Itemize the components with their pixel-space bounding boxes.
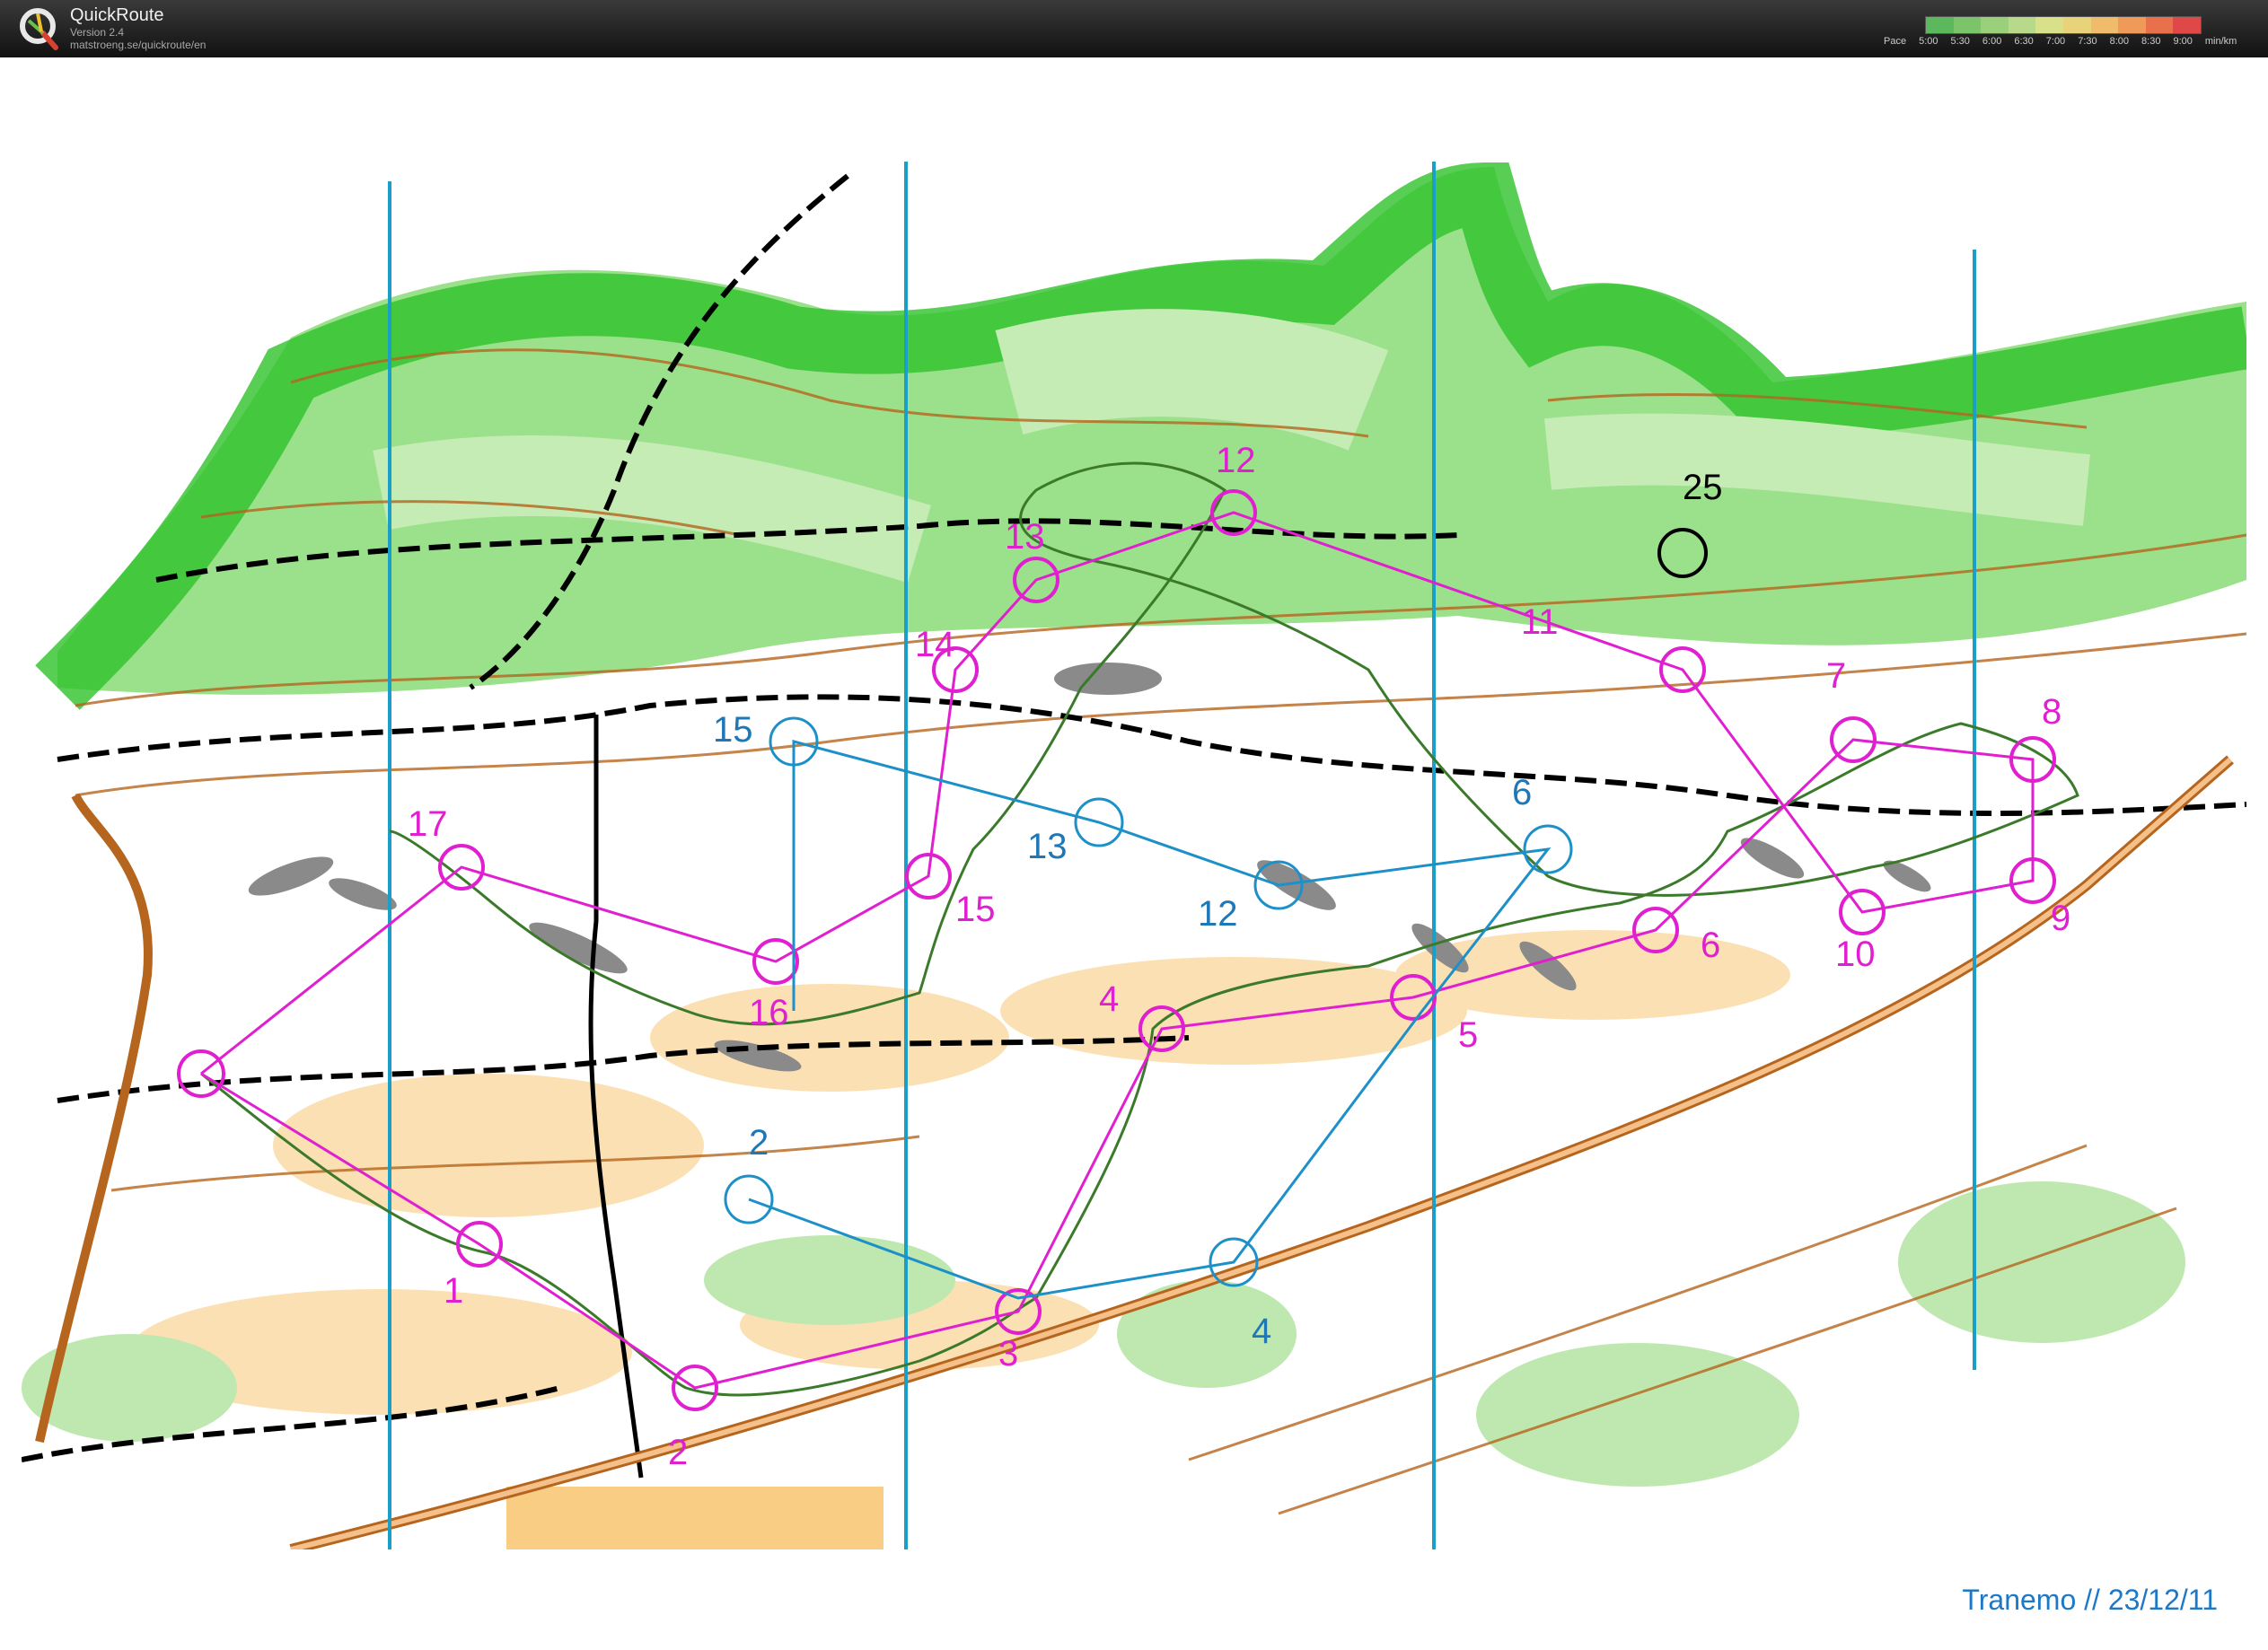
svg-text:16: 16: [749, 993, 789, 1032]
pace-labels: Pace 5:00 5:30 6:00 6:30 7:00 7:30 8:00 8:30 9:00…: [1884, 36, 2237, 47]
app-name: QuickRoute: [70, 5, 164, 25]
quickroute-logo-icon: [20, 8, 58, 50]
pace-unit: min/km: [2204, 36, 2237, 47]
pace-legend: Pace 5:00 5:30 6:00 6:30 7:00 7:30 8:00 8:30 9:00…: [1884, 13, 2261, 54]
svg-text:9: 9: [2051, 899, 2070, 938]
svg-text:12: 12: [1216, 441, 1256, 480]
pace-color-scale: [1925, 16, 2202, 34]
svg-text:15: 15: [713, 710, 753, 750]
svg-text:12: 12: [1198, 894, 1238, 934]
svg-text:13: 13: [1027, 827, 1068, 866]
svg-text:2: 2: [749, 1123, 769, 1163]
app-url[interactable]: matstroeng.se/quickroute/en: [70, 39, 206, 51]
svg-text:8: 8: [2042, 692, 2061, 732]
map-caption: Tranemo // 23/12/11: [1962, 1584, 2218, 1616]
svg-text:17: 17: [408, 804, 448, 844]
svg-text:7: 7: [1826, 656, 1846, 696]
app-version: Version 2.4: [70, 26, 125, 39]
svg-text:14: 14: [915, 625, 955, 664]
svg-text:15: 15: [955, 890, 996, 929]
svg-text:6: 6: [1701, 926, 1720, 965]
map-canvas[interactable]: 1 2 3 4 5 6 7 8 9 10 11 12 13 14 15 16 1…: [22, 113, 2246, 1549]
title-bar: QuickRoute Version 2.4 matstroeng.se/qui…: [0, 0, 2268, 57]
svg-text:2: 2: [668, 1433, 688, 1472]
svg-text:4: 4: [1252, 1312, 1271, 1351]
svg-text:6: 6: [1512, 773, 1532, 812]
svg-text:3: 3: [998, 1334, 1018, 1374]
svg-text:4: 4: [1099, 979, 1119, 1019]
orienteering-map[interactable]: 1 2 3 4 5 6 7 8 9 10 11 12 13 14 15 16 1…: [22, 113, 2246, 1549]
pace-prefix: Pace: [1884, 36, 1907, 47]
svg-text:1: 1: [444, 1271, 463, 1311]
svg-text:13: 13: [1005, 517, 1045, 557]
black-control-number: 25: [1683, 468, 1723, 507]
svg-text:5: 5: [1458, 1015, 1478, 1055]
svg-text:11: 11: [1521, 602, 1559, 642]
svg-text:10: 10: [1835, 935, 1876, 974]
